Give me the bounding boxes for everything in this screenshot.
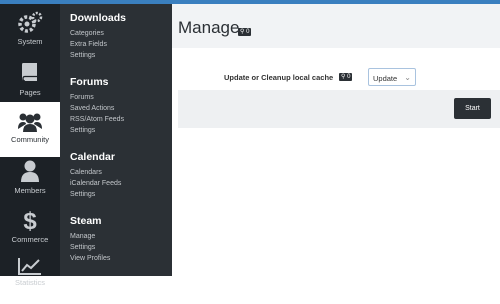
rail-label: Community [11,135,49,144]
menu-link-categories[interactable]: Categories [70,28,126,39]
menu-link-calendars[interactable]: Calendars [70,167,121,178]
menu-section-forums: Forums Forums Saved Actions RSS/Atom Fee… [70,76,124,136]
menu-link-extra-fields[interactable]: Extra Fields [70,39,126,50]
menu-section-title: Calendar [70,151,115,163]
rail-item-pages[interactable]: Pages [0,53,60,108]
users-icon [18,113,42,132]
badge-count: 0 [246,29,250,35]
menu-link-forums[interactable]: Forums [70,92,124,103]
menu-link-settings[interactable]: Settings [70,50,126,61]
menu-section-downloads: Downloads Categories Extra Fields Settin… [70,12,126,61]
page-header: Manage ⚲ 0 [172,4,500,48]
menu-section-title: Forums [70,76,109,88]
select-value: Update [373,74,398,83]
menu-section-title: Downloads [70,12,127,24]
menu-link-rss-feeds[interactable]: RSS/Atom Feeds [70,114,124,125]
rail-item-members[interactable]: Members [0,151,60,206]
search-icon: ⚲ [240,29,245,35]
badge-count: 0 [347,74,351,80]
menu-link-view-profiles[interactable]: View Profiles [70,253,110,264]
rail-label: Commerce [11,235,49,244]
icon-rail: System Pages Community Members $ Commerc… [0,4,60,287]
rail-label: Members [14,186,46,195]
rail-label: Statistics [14,278,45,287]
cache-field-label: Update or Cleanup local cache [224,73,334,82]
menu-section-title: Steam [70,215,102,227]
menu-link-manage[interactable]: Manage [70,231,110,242]
menu-link-settings[interactable]: Settings [70,125,124,136]
rail-item-community[interactable]: Community [0,102,60,157]
book-icon [22,63,37,82]
svg-text:$: $ [23,208,37,233]
dollar-icon: $ [23,208,37,233]
language-badge[interactable]: ⚲ 0 [238,28,252,36]
cache-action-select[interactable]: Update ⌄ [368,68,416,86]
page-title: Manage [178,18,240,37]
user-icon [21,160,39,182]
menu-section-steam: Steam Manage Settings View Profiles [70,215,110,264]
chart-icon [18,258,41,275]
main-content: Manage ⚲ 0 Update or Cleanup local cache… [172,4,500,276]
menu-link-icalendar-feeds[interactable]: iCalendar Feeds [70,178,121,189]
section-menu: Downloads Categories Extra Fields Settin… [60,4,172,276]
chevron-down-icon: ⌄ [404,73,411,82]
form-action-bar: Start [178,90,500,128]
rail-item-statistics[interactable]: Statistics [0,249,60,304]
menu-link-settings[interactable]: Settings [70,242,110,253]
gears-icon [18,11,43,33]
rail-label: System [17,37,43,46]
menu-section-calendar: Calendar Calendars iCalendar Feeds Setti… [70,151,121,200]
rail-label: Pages [19,88,41,97]
rail-item-system[interactable]: System [0,4,60,59]
start-button[interactable]: Start [454,98,491,119]
menu-link-settings[interactable]: Settings [70,189,121,200]
search-icon: ⚲ [341,74,346,80]
language-badge[interactable]: ⚲ 0 [339,73,353,81]
menu-link-saved-actions[interactable]: Saved Actions [70,103,124,114]
rail-item-commerce[interactable]: $ Commerce [0,200,60,255]
